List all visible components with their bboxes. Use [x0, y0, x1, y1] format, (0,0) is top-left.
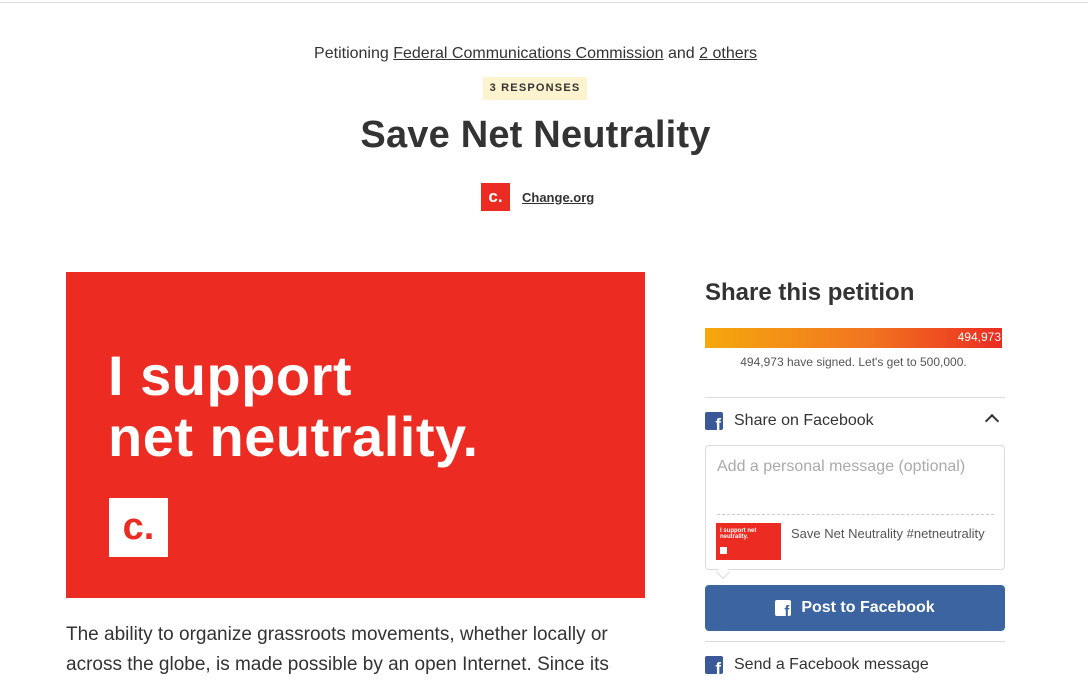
divider — [705, 641, 1005, 642]
progress-count: 494,973 — [957, 330, 1001, 344]
signature-progress-bar: 494,973 — [705, 328, 1002, 348]
share-facebook-label: Share on Facebook — [734, 412, 874, 429]
share-preview-thumbnail: I support net neutrality. — [716, 523, 781, 560]
thumbnail-text: I support net neutrality. — [720, 528, 757, 541]
petition-description: The ability to organize grassroots movem… — [66, 624, 609, 675]
starter-name-link[interactable]: Change.org — [522, 190, 594, 205]
post-to-facebook-button[interactable]: f Post to Facebook — [705, 585, 1005, 631]
facebook-share-composer: I support net neutrality. Save Net Neutr… — [705, 445, 1005, 580]
divider — [705, 397, 1005, 398]
facebook-icon: f — [705, 656, 723, 674]
chevron-up-icon[interactable] — [984, 413, 1000, 429]
hero-image: I support net neutrality. c. — [66, 272, 645, 598]
others-link[interactable]: 2 others — [699, 45, 757, 62]
progress-text: 494,973 have signed. Let's get to 500,00… — [740, 355, 967, 369]
post-to-facebook-label: Post to Facebook — [801, 599, 935, 616]
share-title: Share this petition — [705, 279, 915, 306]
hero-headline-line2: net neutrality. — [108, 405, 479, 468]
page-title: Save Net Neutrality — [360, 114, 711, 156]
petitioning-line: Petitioning Federal Communications Commi… — [0, 45, 1071, 63]
petition-starter[interactable]: c. Change.org — [481, 183, 594, 211]
and-text: and — [667, 45, 695, 62]
change-org-logo-icon: c. — [481, 183, 510, 211]
facebook-icon: f — [775, 600, 792, 616]
personal-message-input[interactable] — [717, 458, 993, 514]
thumbnail-logo-icon — [720, 547, 727, 554]
share-preview-caption: Save Net Neutrality #netneutrality — [791, 526, 985, 541]
send-facebook-message-label: Send a Facebook message — [734, 656, 929, 673]
hero-change-logo-icon: c. — [109, 498, 168, 557]
composer-tail — [715, 564, 731, 580]
top-divider — [0, 2, 1088, 3]
responses-badge[interactable]: 3 RESPONSES — [483, 77, 587, 100]
send-facebook-message-button[interactable]: f Send a Facebook message — [705, 654, 1005, 676]
facebook-icon: f — [705, 412, 723, 430]
composer-divider — [717, 514, 994, 515]
hero-headline-line1: I support — [108, 344, 353, 407]
share-on-facebook-toggle[interactable]: f Share on Facebook — [705, 410, 1005, 432]
target-link[interactable]: Federal Communications Commission — [393, 45, 663, 62]
petitioning-prefix: Petitioning — [314, 45, 389, 62]
